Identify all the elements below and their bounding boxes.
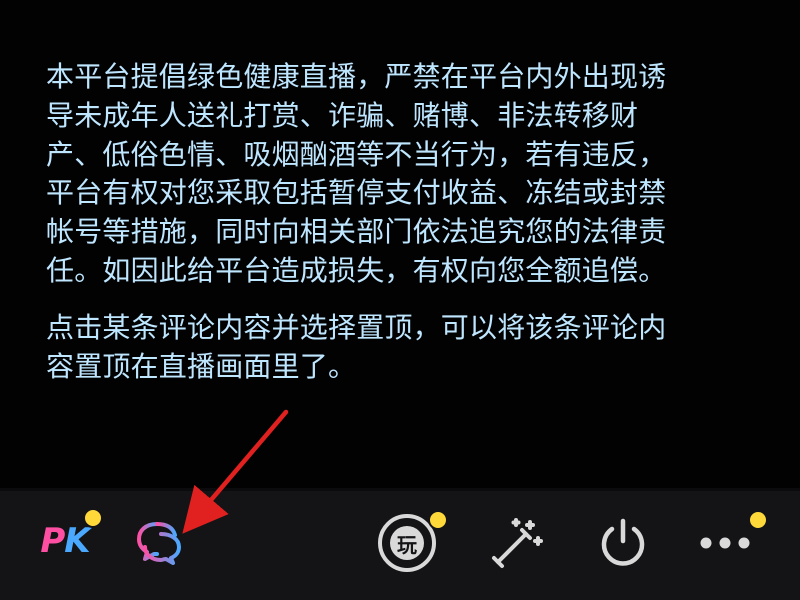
notice-line: 容置顶在直播画面里了。 [46, 349, 357, 383]
bottom-toolbar: PK 玩 [0, 488, 800, 600]
notice-line: 帐号等措施，同时向相关部门依法追究您的法律责 [46, 215, 667, 249]
more-badge-dot [748, 510, 768, 530]
notice-paragraph-2: 点击某条评论内容并选择置顶，可以将该条评论内 容置顶在直播画面里了。 [46, 309, 766, 387]
comment-bubbles-icon [137, 522, 181, 565]
platform-notice: 本平台提倡绿色健康直播，严禁在平台内外出现诱 导未成年人送礼打赏、诈骗、赌博、非… [46, 58, 766, 386]
magic-wand-icon [492, 518, 543, 568]
notice-line: 导未成年人送礼打赏、诈骗、赌博、非法转移财 [46, 98, 639, 132]
play-badge-dot [428, 510, 448, 530]
pk-icon: PK [40, 521, 90, 561]
magic-wand-button[interactable] [482, 508, 552, 578]
pk-letter-k: K [64, 521, 90, 561]
comment-button[interactable] [130, 506, 200, 576]
notice-line: 平台有权对您采取包括暂停支付收益、冻结或封禁 [46, 176, 667, 210]
notice-line: 点击某条评论内容并选择置顶，可以将该条评论内 [46, 310, 667, 344]
pk-button[interactable]: PK [30, 506, 103, 576]
pk-badge-dot [83, 508, 103, 528]
pk-letter-p: P [40, 521, 65, 561]
more-dots-icon [700, 537, 750, 549]
live-stream-screen: 本平台提倡绿色健康直播，严禁在平台内外出现诱 导未成年人送礼打赏、诈骗、赌博、非… [0, 0, 800, 600]
play-button[interactable]: 玩 [372, 508, 448, 578]
notice-paragraph-1: 本平台提倡绿色健康直播，严禁在平台内外出现诱 导未成年人送礼打赏、诈骗、赌博、非… [46, 58, 766, 291]
power-icon [601, 518, 645, 566]
notice-line: 任。如因此给平台造成损失，有权向您全额追偿。 [46, 253, 667, 287]
notice-line: 产、低俗色情、吸烟酗酒等不当行为，若有违反， [46, 137, 667, 171]
power-button[interactable] [588, 508, 658, 578]
notice-line: 本平台提倡绿色健康直播，严禁在平台内外出现诱 [46, 60, 667, 93]
more-button[interactable] [690, 508, 768, 578]
